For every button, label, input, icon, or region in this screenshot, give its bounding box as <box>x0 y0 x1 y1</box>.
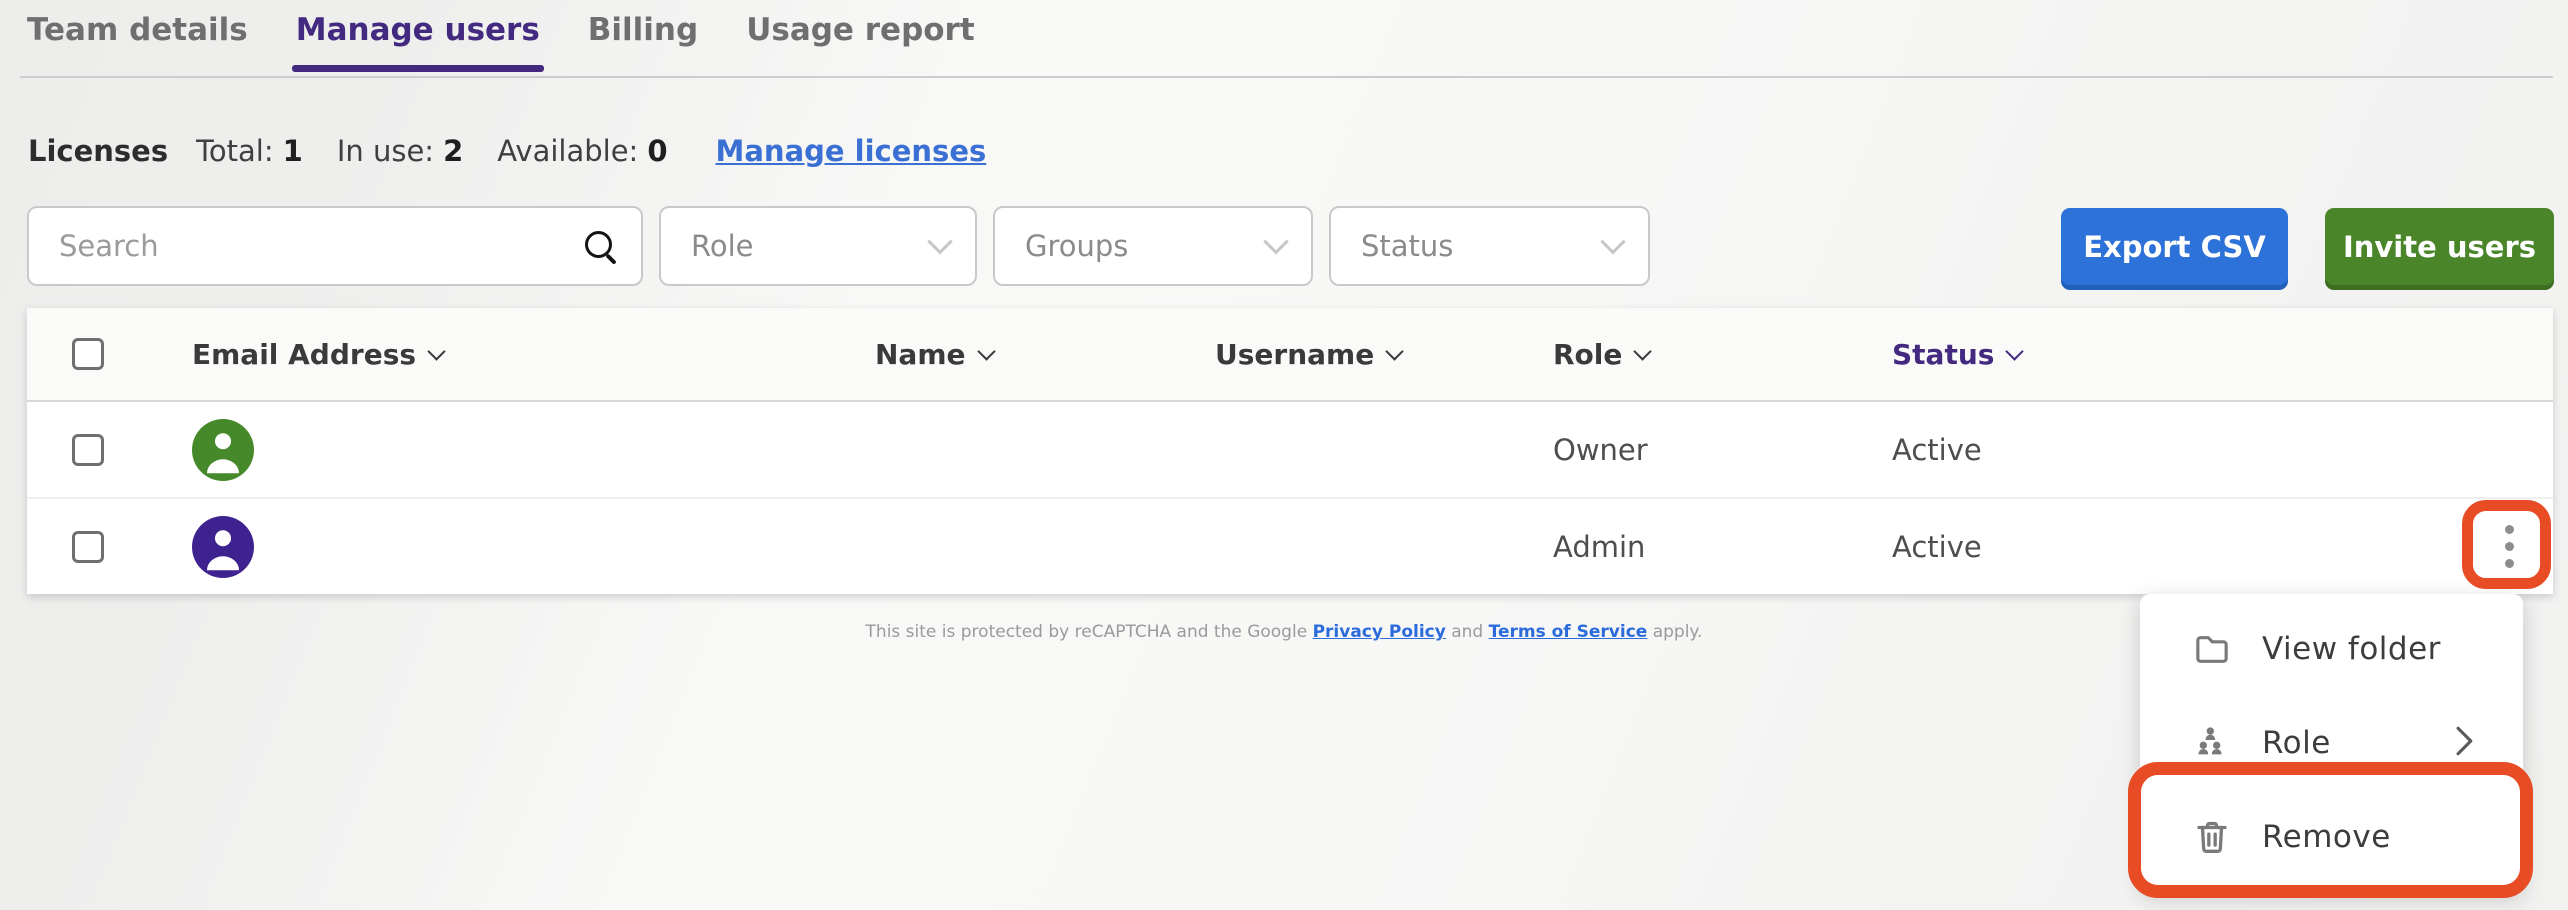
licenses-title: Licenses <box>28 134 168 168</box>
users-table: Email Address Name Username Role Status <box>27 308 2553 594</box>
kebab-dot <box>2505 525 2514 534</box>
email-cell <box>192 516 875 578</box>
role-cell: Admin <box>1553 530 1892 564</box>
user-avatar <box>192 419 254 481</box>
person-icon <box>192 419 254 481</box>
terms-of-service-link[interactable]: Terms of Service <box>1489 622 1648 642</box>
groups-filter-label: Groups <box>1025 229 1128 263</box>
row-select-cell <box>27 531 192 563</box>
people-icon <box>2192 723 2232 763</box>
search-input[interactable] <box>57 228 583 264</box>
sort-chevron-icon <box>977 342 995 360</box>
header-name-label: Name <box>875 338 966 371</box>
chevron-down-icon <box>1600 229 1625 254</box>
trash-icon <box>2192 817 2232 857</box>
person-icon <box>192 516 254 578</box>
row-checkbox[interactable] <box>72 531 104 563</box>
header-name[interactable]: Name <box>875 338 1215 371</box>
filter-row: Role Groups Status <box>27 206 1650 286</box>
header-email-address[interactable]: Email Address <box>192 338 875 371</box>
search-icon[interactable] <box>583 229 617 263</box>
export-csv-button[interactable]: Export CSV <box>2061 208 2288 285</box>
status-filter-dropdown[interactable]: Status <box>1329 206 1650 286</box>
menu-item-role[interactable]: Role <box>2140 696 2523 790</box>
role-cell: Owner <box>1553 433 1892 467</box>
licenses-available-value: 0 <box>647 134 667 168</box>
chevron-down-icon <box>927 229 952 254</box>
recaptcha-text: This site is protected by reCAPTCHA and … <box>866 622 1313 642</box>
sort-chevron-icon <box>1634 342 1652 360</box>
tab-usage-report[interactable]: Usage report <box>746 12 974 70</box>
header-email-label: Email Address <box>192 338 416 371</box>
licenses-in-use: In use: 2 <box>337 134 463 168</box>
role-filter-label: Role <box>691 229 754 263</box>
licenses-total-label: Total: <box>196 134 274 168</box>
licenses-summary: Licenses Total: 1 In use: 2 Available: 0… <box>28 134 986 168</box>
sort-chevron-icon <box>2006 342 2024 360</box>
menu-item-label: Role <box>2262 725 2331 761</box>
header-status[interactable]: Status <box>1892 338 2553 371</box>
recaptcha-text: and <box>1446 622 1489 642</box>
select-all-checkbox[interactable] <box>72 338 104 370</box>
row-actions-menu: View folder Role <box>2140 594 2523 892</box>
role-filter-dropdown[interactable]: Role <box>659 206 977 286</box>
licenses-available-label: Available: <box>497 134 638 168</box>
manage-licenses-link[interactable]: Manage licenses <box>716 134 987 168</box>
folder-icon <box>2192 629 2232 669</box>
licenses-in-use-label: In use: <box>337 134 434 168</box>
sort-chevron-icon <box>1386 342 1404 360</box>
select-all-cell <box>27 338 192 370</box>
status-cell: Active <box>1892 530 2553 564</box>
email-cell <box>192 419 875 481</box>
licenses-total-value: 1 <box>283 134 303 168</box>
search-box <box>27 206 643 286</box>
table-header-row: Email Address Name Username Role Status <box>27 308 2553 402</box>
menu-item-label: View folder <box>2262 631 2441 667</box>
privacy-policy-link[interactable]: Privacy Policy <box>1313 622 1446 642</box>
licenses-available: Available: 0 <box>497 134 667 168</box>
header-role-label: Role <box>1553 338 1622 371</box>
tab-billing[interactable]: Billing <box>588 12 698 70</box>
chevron-right-icon <box>2451 724 2477 762</box>
row-checkbox[interactable] <box>72 434 104 466</box>
manage-users-page: Team details Manage users Billing Usage … <box>0 0 2568 910</box>
kebab-dot <box>2505 542 2514 551</box>
status-cell: Active <box>1892 433 2553 467</box>
header-username[interactable]: Username <box>1215 338 1553 371</box>
status-filter-label: Status <box>1361 229 1453 263</box>
tab-manage-users[interactable]: Manage users <box>296 12 540 70</box>
menu-item-label: Remove <box>2262 819 2391 855</box>
table-row: Admin Active <box>27 499 2553 594</box>
header-username-label: Username <box>1215 338 1374 371</box>
header-role[interactable]: Role <box>1553 338 1892 371</box>
table-row: Owner Active <box>27 402 2553 499</box>
invite-users-button[interactable]: Invite users <box>2325 208 2554 285</box>
header-status-label: Status <box>1892 338 1994 371</box>
tab-divider <box>20 76 2553 78</box>
tab-team-details[interactable]: Team details <box>27 12 248 70</box>
menu-item-view-folder[interactable]: View folder <box>2140 602 2523 696</box>
groups-filter-dropdown[interactable]: Groups <box>993 206 1313 286</box>
row-select-cell <box>27 434 192 466</box>
user-avatar <box>192 516 254 578</box>
chevron-down-icon <box>1263 229 1288 254</box>
sort-chevron-icon <box>427 342 445 360</box>
row-actions-kebab-button[interactable] <box>2478 517 2540 575</box>
kebab-dot <box>2505 559 2514 568</box>
licenses-total: Total: 1 <box>196 134 303 168</box>
tab-bar: Team details Manage users Billing Usage … <box>27 12 975 70</box>
licenses-in-use-value: 2 <box>443 134 463 168</box>
menu-item-remove[interactable]: Remove <box>2140 790 2523 884</box>
recaptcha-text: apply. <box>1647 622 1702 642</box>
